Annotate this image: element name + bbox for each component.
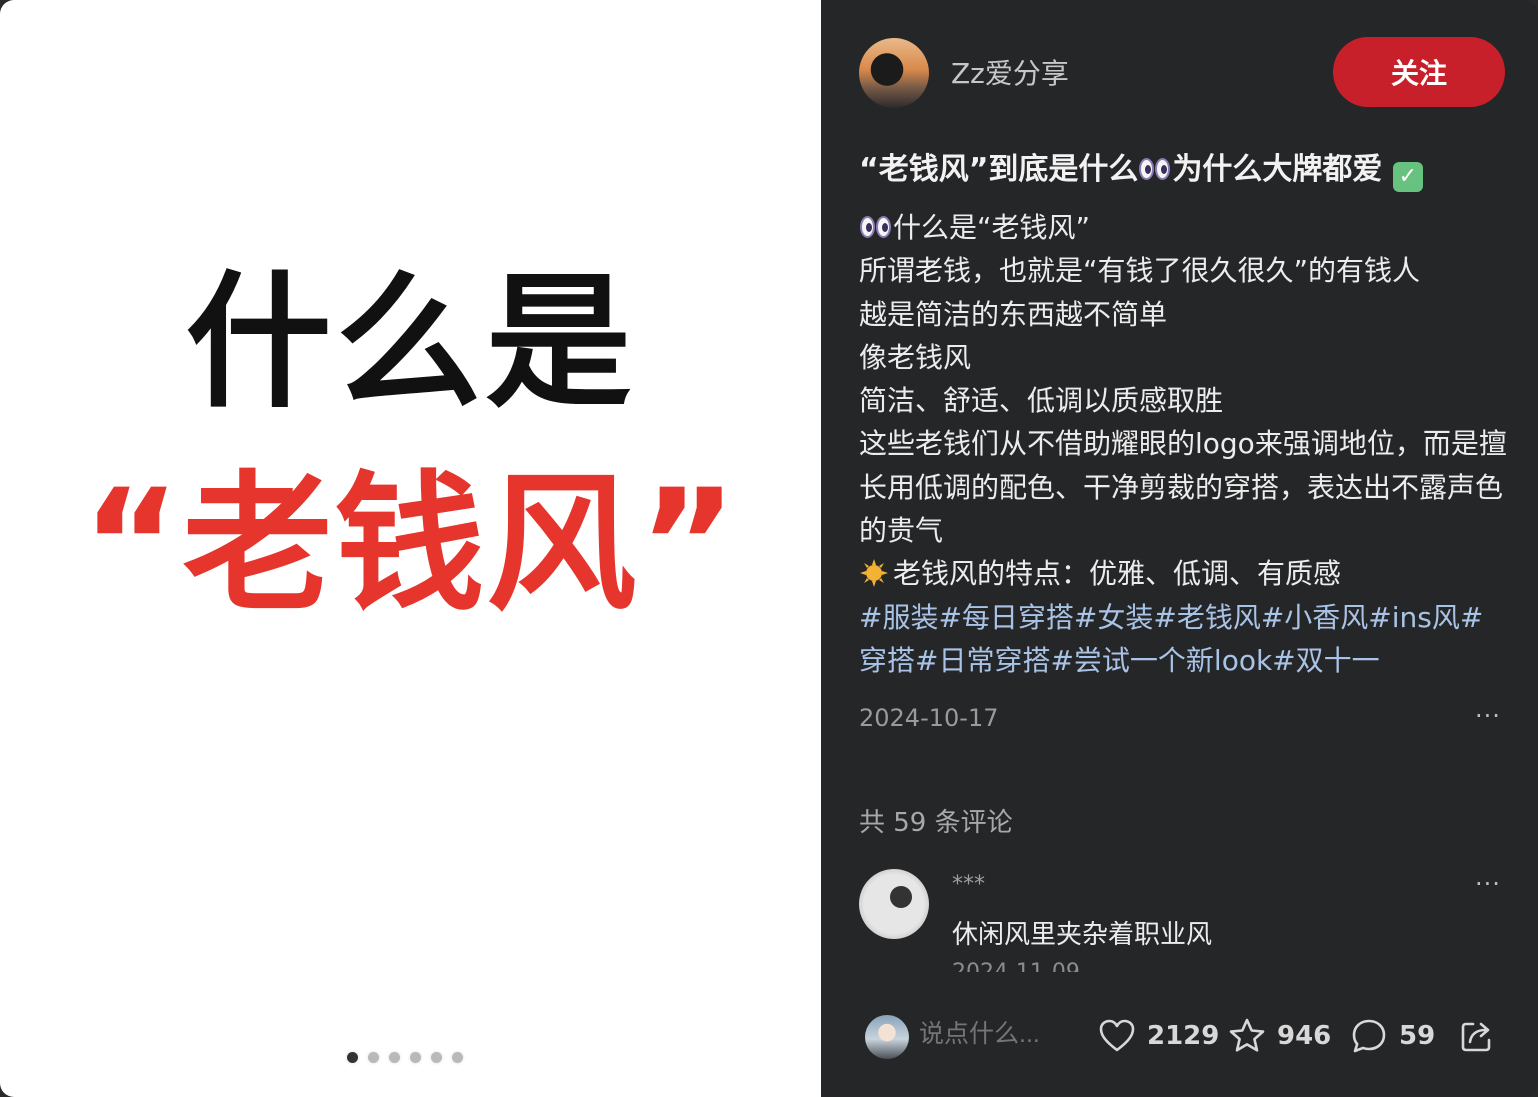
like-button[interactable]: 2129 xyxy=(1097,1012,1219,1060)
check-mark-icon: ✓ xyxy=(1392,162,1423,192)
current-user-avatar xyxy=(865,1015,909,1059)
title-text: “老钱风”到底是什么 xyxy=(859,152,1139,187)
commenter-name[interactable]: *** xyxy=(952,872,985,897)
carousel-dot[interactable] xyxy=(410,1052,421,1063)
eyes-icon xyxy=(1138,156,1172,182)
title-text: 为什么大牌都爱 xyxy=(1172,152,1383,187)
comment-bubble-icon xyxy=(1352,1019,1386,1053)
cover-highlight: “老钱风” xyxy=(81,458,740,632)
comment-date: 2024-11-09 xyxy=(952,962,1080,972)
body-line: 越是简洁的东西越不简单 xyxy=(859,297,1168,331)
post-date: 2024-10-17 xyxy=(859,704,999,732)
comment-more-icon[interactable]: ··· xyxy=(1475,870,1501,898)
carousel-dot[interactable] xyxy=(431,1052,442,1063)
engagement-bar: 2129 946 59 xyxy=(821,990,1538,1097)
carousel-dot[interactable] xyxy=(347,1052,358,1063)
more-options-icon[interactable]: ··· xyxy=(1475,702,1501,730)
commenter-avatar[interactable] xyxy=(859,869,929,939)
body-line: 像老钱风 xyxy=(859,340,972,374)
star-icon xyxy=(1229,1018,1265,1052)
body-line: 老钱风的特点：优雅、低调、有质感 xyxy=(893,557,1342,591)
heart-icon xyxy=(1099,1019,1135,1052)
post-detail-panel: Zz爱分享 关注 “老钱风”到底是什么 为什么大牌都爱 ✓ 什么是“老钱风” 所谓… xyxy=(821,0,1538,1097)
eyes-icon xyxy=(859,214,893,240)
cover-heading: 什么是 xyxy=(185,258,636,428)
collect-count: 946 xyxy=(1277,1021,1332,1051)
follow-button[interactable]: 关注 xyxy=(1333,37,1505,107)
collect-button[interactable]: 946 xyxy=(1227,1012,1331,1060)
comment-button[interactable]: 59 xyxy=(1349,1012,1435,1060)
body-line: 什么是“老钱风” xyxy=(893,211,1091,244)
carousel-dots xyxy=(347,1052,463,1063)
carousel-dot[interactable] xyxy=(452,1052,463,1063)
body-line: 这些老钱们从不借助耀眼的logo来强调地位，而是擅长用低调的配色、干净剪裁的穿搭… xyxy=(859,427,1507,548)
author-avatar[interactable] xyxy=(859,38,929,108)
comment-count: 共 59 条评论 xyxy=(859,808,1013,838)
author-name[interactable]: Zz爱分享 xyxy=(951,52,1069,92)
sun-icon xyxy=(860,559,888,588)
post-image[interactable]: 什么是 “老钱风” xyxy=(0,0,821,1097)
carousel-dot[interactable] xyxy=(368,1052,379,1063)
app-window: 什么是 “老钱风” Zz爱分享 关注 “老钱风”到底是什么 为什么大牌都爱 ✓ 什… xyxy=(0,0,1538,1097)
post-title: “老钱风”到底是什么 为什么大牌都爱 ✓ xyxy=(859,148,1509,192)
body-line: 简洁、舒适、低调以质感取胜 xyxy=(859,384,1224,418)
like-count: 2129 xyxy=(1147,1021,1220,1051)
post-body: 什么是“老钱风” 所谓老钱，也就是“有钱了很久很久”的有钱人 越是简洁的东西越不… xyxy=(859,206,1509,682)
hashtags[interactable]: #服装#每日穿搭#女装#老钱风#小香风#ins风#穿搭#日常穿搭#尝试一个新lo… xyxy=(859,596,1509,683)
comment-count-bottom: 59 xyxy=(1399,1021,1436,1051)
comment-input[interactable] xyxy=(919,1020,1049,1049)
body-line: 所谓老钱，也就是“有钱了很久很久”的有钱人 xyxy=(859,254,1421,288)
comment-text: 休闲风里夹杂着职业风 xyxy=(952,920,1213,950)
share-icon[interactable] xyxy=(1457,1016,1497,1056)
carousel-dot[interactable] xyxy=(389,1052,400,1063)
